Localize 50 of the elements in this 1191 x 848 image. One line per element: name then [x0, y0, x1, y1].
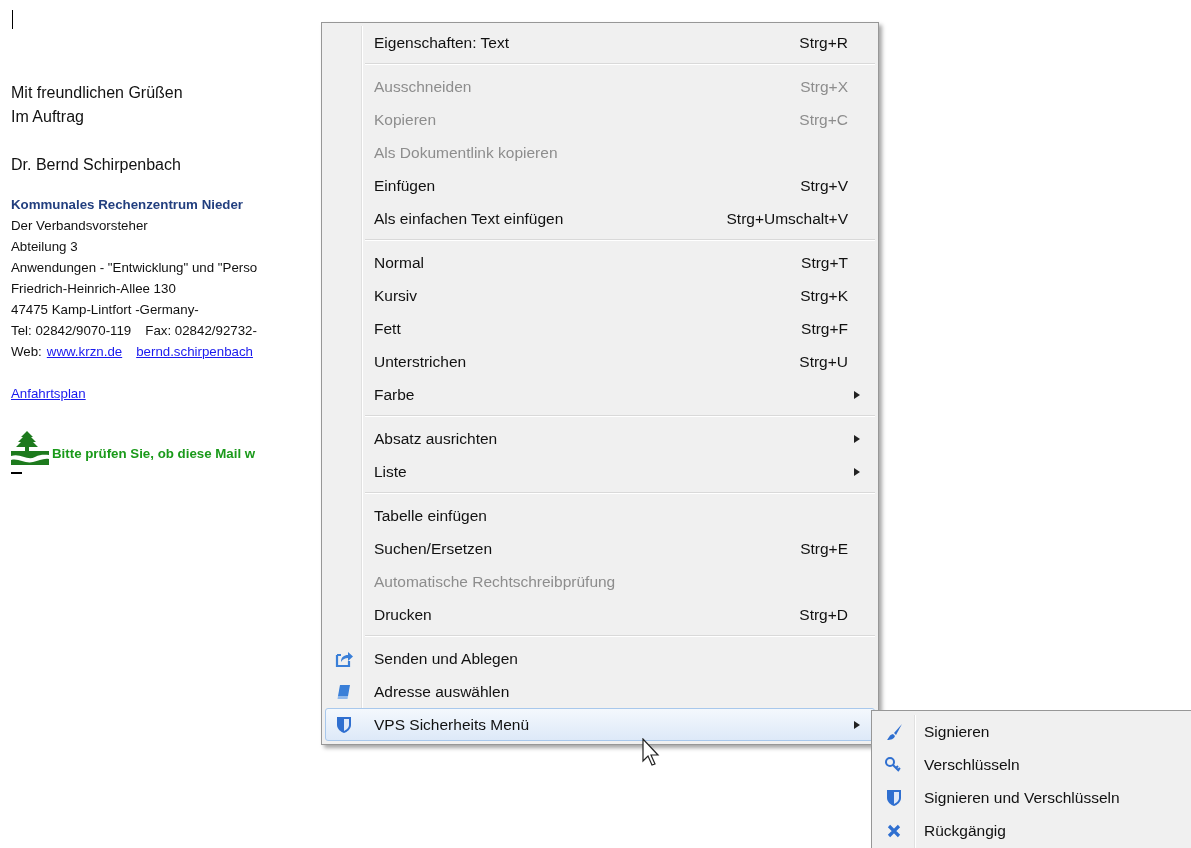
menu-item[interactable]: Signieren — [875, 715, 1191, 748]
signature-text: Web: — [11, 343, 42, 361]
menu-item[interactable]: Einfügen Strg+V — [325, 169, 875, 202]
menu-item[interactable]: Verschlüsseln — [875, 748, 1191, 781]
share-arrow-icon — [335, 649, 353, 668]
menu-item[interactable]: Unterstrichen Strg+U — [325, 345, 875, 378]
key-icon — [884, 755, 904, 774]
link[interactable]: bernd.schirpenbach — [136, 341, 253, 362]
menu-item[interactable]: Signieren und Verschlüsseln — [875, 781, 1191, 814]
signature-text: Fax: 02842/92732- — [145, 322, 257, 340]
menu-item[interactable]: Eigenschaften: Text Strg+R — [325, 26, 875, 59]
menu-item[interactable]: Suchen/Ersetzen Strg+E — [325, 532, 875, 565]
submenu-arrow-icon — [854, 435, 860, 443]
book-icon — [336, 683, 352, 700]
menu-item[interactable]: Als einfachen Text einfügen Strg+Umschalt+V — [325, 202, 875, 235]
menu-item[interactable]: VPS Sicherheits Menü — [325, 708, 875, 741]
link[interactable]: www.krzn.de — [46, 341, 123, 362]
menu-item[interactable]: Tabelle einfügen — [325, 499, 875, 532]
tree-road-icon — [11, 431, 49, 465]
signature-text: 47475 Kamp-Lintfort -Germany- — [11, 301, 199, 319]
signature-text: Der Verbandsvorsteher — [11, 217, 148, 235]
menu-item[interactable]: Kursiv Strg+K — [325, 279, 875, 312]
notice-text: Bitte prüfen Sie, ob diese Mail w — [52, 446, 256, 461]
menu-item[interactable]: Absatz ausrichten — [325, 422, 875, 455]
organization-name: Kommunales Rechenzentrum Nieder — [11, 196, 244, 214]
dash-mark — [11, 472, 22, 474]
signature-text: Tel: 02842/9070-119 — [11, 322, 132, 340]
submenu-arrow-icon — [854, 721, 860, 729]
signer-name: Dr. Bernd Schirpenbach — [11, 155, 181, 175]
signature-text: Friedrich-Heinrich-Allee 130 — [11, 280, 176, 298]
text-cursor — [12, 10, 13, 29]
closing-text: Im Auftrag — [11, 107, 84, 127]
close-icon — [887, 823, 901, 838]
menu-item[interactable]: Normal Strg+T — [325, 246, 875, 279]
shield-icon — [886, 788, 902, 807]
menu-item[interactable]: Rückgängig — [875, 814, 1191, 847]
menu-item[interactable]: Senden und Ablegen — [325, 642, 875, 675]
menu-item[interactable]: Farbe — [325, 378, 875, 411]
closing-text: Mit freundlichen Grüßen — [11, 83, 183, 103]
mouse-pointer-icon — [642, 738, 662, 768]
menu-item[interactable]: Drucken Strg+D — [325, 598, 875, 631]
submenu-arrow-icon — [854, 468, 860, 476]
shield-icon — [336, 715, 352, 734]
menu-item[interactable]: Adresse auswählen — [325, 675, 875, 708]
signature-text: Abteilung 3 — [11, 238, 78, 256]
directions-link[interactable]: Anfahrtsplan — [11, 383, 86, 404]
submenu-arrow-icon — [854, 391, 860, 399]
signature-text: Anwendungen - "Entwicklung" und "Perso — [11, 259, 258, 277]
menu-item[interactable]: Liste — [325, 455, 875, 488]
menu-item[interactable]: Fett Strg+F — [325, 312, 875, 345]
